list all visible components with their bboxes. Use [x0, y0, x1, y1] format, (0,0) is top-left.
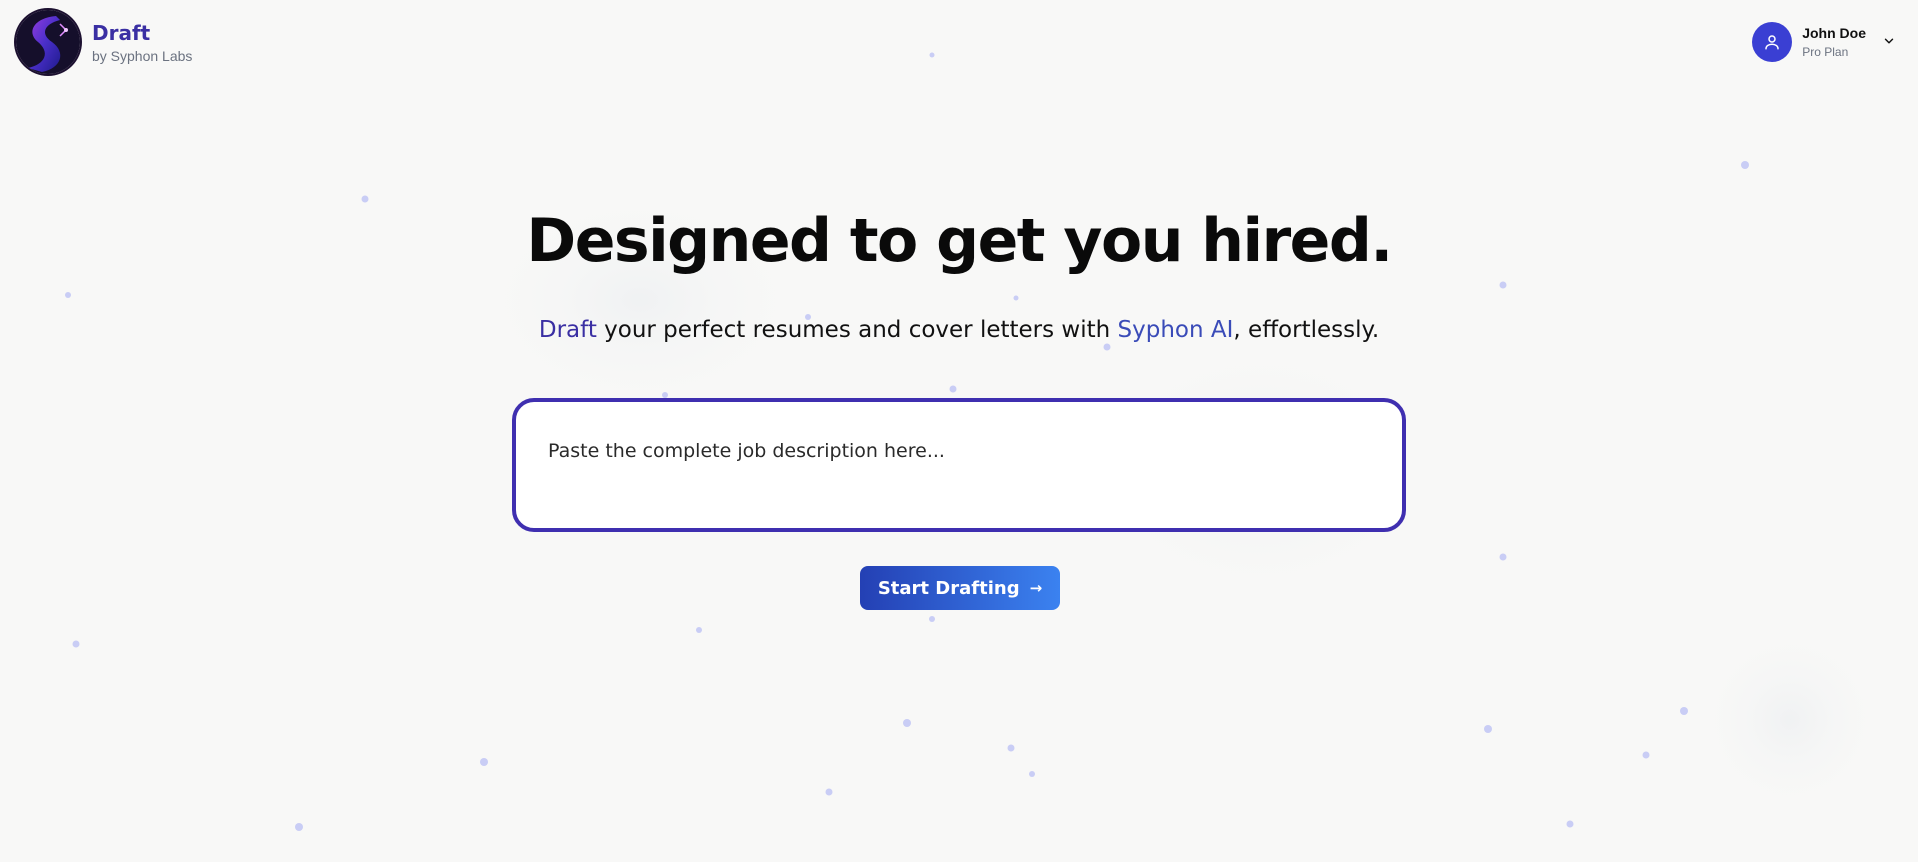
page-title: Designed to get you hired.	[526, 206, 1393, 276]
brand-text: Draft by Syphon Labs	[92, 21, 192, 64]
subtitle-syphon-highlight: Syphon AI	[1117, 317, 1234, 343]
job-description-box[interactable]	[512, 398, 1406, 532]
subtitle-suffix: , effortlessly.	[1233, 317, 1380, 343]
job-description-input[interactable]	[546, 438, 1370, 512]
brand-name: Draft	[92, 20, 151, 45]
user-menu[interactable]: John Doe Pro Plan	[1752, 22, 1896, 62]
chevron-down-icon[interactable]	[1882, 33, 1896, 52]
arrow-right-icon: →	[1029, 579, 1043, 597]
start-drafting-button[interactable]: Start Drafting →	[860, 566, 1060, 610]
start-drafting-label: Start Drafting	[877, 577, 1020, 599]
syphon-logo-icon	[16, 10, 80, 74]
hero-subtitle: Draft your perfect resumes and cover let…	[0, 315, 1918, 345]
subtitle-draft-highlight: Draft	[538, 317, 597, 343]
brand-subtitle: by Syphon Labs	[92, 47, 193, 64]
user-name: John Doe	[1802, 25, 1866, 41]
user-info: John Doe Pro Plan	[1802, 25, 1866, 59]
user-icon	[1752, 22, 1793, 62]
user-plan: Pro Plan	[1802, 45, 1849, 59]
subtitle-text: your perfect resumes and cover letters w…	[596, 317, 1118, 343]
brand[interactable]: Draft by Syphon Labs	[16, 10, 192, 74]
